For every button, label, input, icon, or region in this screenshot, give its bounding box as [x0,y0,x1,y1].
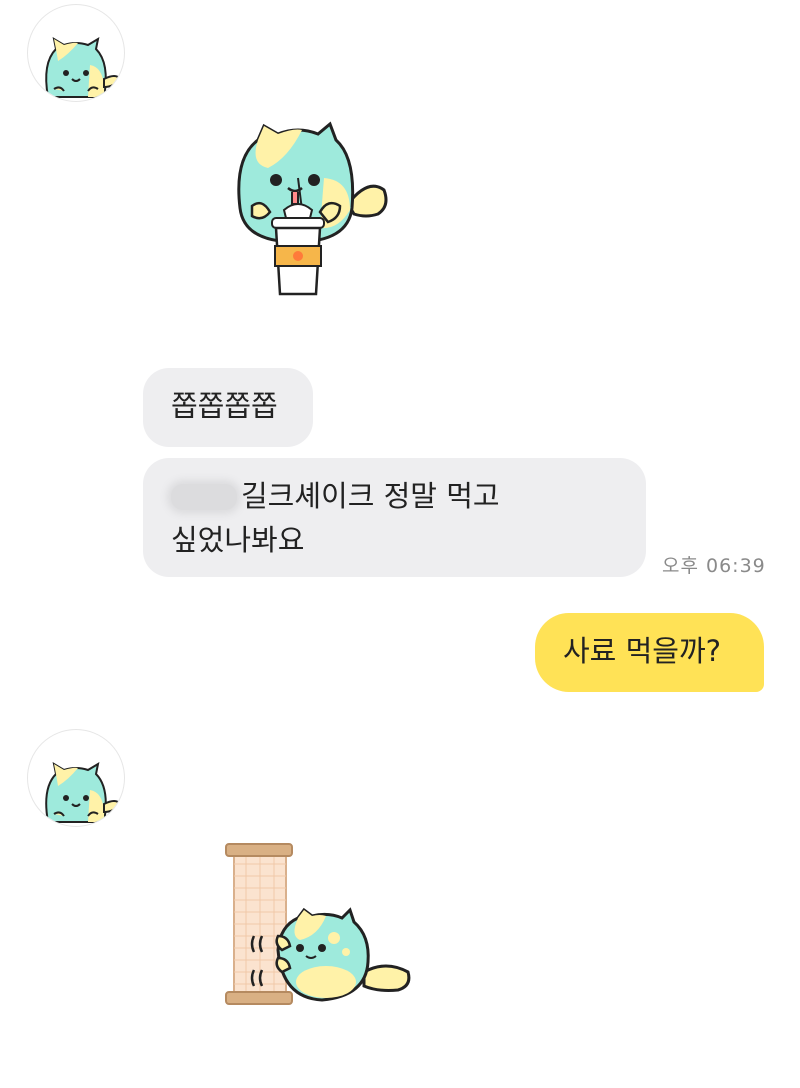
message-text: 쫍쫍쫍쫍 [171,389,278,423]
incoming-message-bubble[interactable]: 길크셰이크 정말 먹고 싶었나봐요 [143,458,646,577]
cat-milkshake-sticker[interactable] [228,118,398,303]
sender-avatar[interactable] [27,729,125,827]
message-text-line: 싶었나봐요 [171,523,305,557]
cat-scratching-post-icon [225,843,411,1005]
message-text: 사료 먹을까? [563,634,722,668]
message-text-line: 길크셰이크 정말 먹고 [171,474,646,518]
sender-avatar[interactable] [27,4,125,102]
cat-drinking-milkshake-icon [237,121,388,296]
message-timestamp: 오후 06:39 [662,555,766,577]
incoming-message-bubble[interactable]: 쫍쫍쫍쫍 [143,368,313,447]
cat-avatar-icon [45,36,122,98]
cat-scratching-post-sticker[interactable] [222,840,418,1010]
outgoing-message-bubble[interactable]: 사료 먹을까? [535,613,764,692]
blurred-text [171,484,237,510]
cat-avatar-icon [45,761,122,823]
